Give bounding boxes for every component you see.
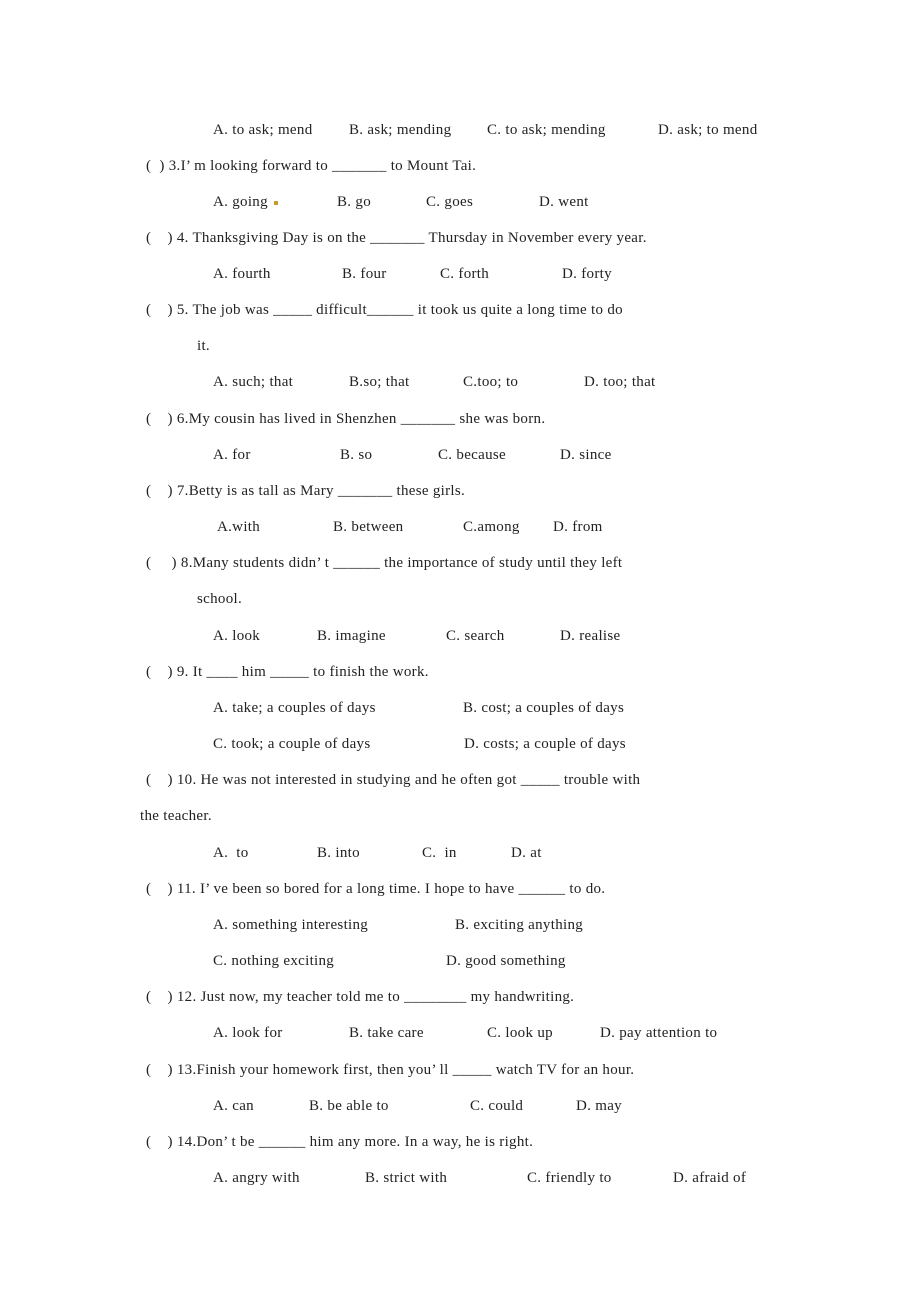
answer-options: A. angry with B. strict with C. friendly t… [0, 1168, 920, 1188]
answer-option: A. can [213, 1098, 254, 1114]
answer-option: A. look for [213, 1025, 283, 1041]
answer-option: A. look [213, 628, 261, 644]
answer-options: A. going B. go C. goes D. went [0, 192, 920, 212]
question-text: ( ) 9. It ____ him _____ to finish the w… [146, 664, 429, 680]
answer-option: B. strict with [365, 1170, 448, 1186]
question-continuation: the teacher. [140, 808, 212, 824]
answer-options: C. took; a couple of days D. costs; a cou… [0, 734, 920, 754]
question-text: ( ) 11. I’ ve been so bored for a long t… [146, 881, 606, 897]
question-continuation: it. [197, 338, 210, 354]
answer-option: B. go [337, 194, 372, 210]
answer-option: D. ask; to mend [658, 122, 758, 138]
answer-options: A. something interesting B. exciting anyt… [0, 915, 920, 935]
question-text: ( ) 6.My cousin has lived in Shenzhen __… [146, 411, 546, 427]
answer-option: C. to ask; mending [487, 122, 606, 138]
answer-option: B. so [340, 447, 373, 463]
question-text: ( ) 10. He was not interested in studyin… [146, 772, 641, 788]
answer-option: D. since [560, 447, 612, 463]
question-text: ( ) 4. Thanksgiving Day is on the ______… [146, 230, 647, 246]
answer-option: C.among [463, 519, 520, 535]
answer-options: A. to ask; mend B. ask; mending C. to ask;… [0, 120, 920, 140]
question-text: ( ) 3.I’ m looking forward to _______ to… [146, 158, 477, 174]
answer-option: A. fourth [213, 266, 271, 282]
answer-option: B. exciting anything [455, 917, 584, 933]
answer-option: A. to [213, 845, 249, 861]
answer-option: B. four [342, 266, 387, 282]
answer-option: A. to ask; mend [213, 122, 313, 138]
answer-option: C. friendly to [527, 1170, 612, 1186]
answer-option: D. realise [560, 628, 621, 644]
answer-option: C. could [470, 1098, 524, 1114]
marker-dot-icon [273, 200, 278, 205]
answer-options: A. take; a couples of days B. cost; a cou… [0, 698, 920, 718]
answer-options: A. such; that B.so; that C.too; to D. too; … [0, 372, 920, 392]
answer-options: A. for B. so C. because D. since [0, 445, 920, 465]
answer-options: A. look B. imagine C. search D. realise [0, 626, 920, 646]
answer-options: A. to B. into C. in D. at [0, 843, 920, 863]
answer-option: B. imagine [317, 628, 386, 644]
answer-option: C. in [422, 845, 457, 861]
answer-option: B. ask; mending [349, 122, 452, 138]
answer-option: B.so; that [349, 374, 410, 390]
answer-option: A. such; that [213, 374, 294, 390]
answer-option: A. something interesting [213, 917, 369, 933]
answer-option: C.too; to [463, 374, 519, 390]
answer-option: C. nothing exciting [213, 953, 335, 969]
question-continuation: school. [197, 591, 243, 607]
question-text: ( ) 5. The job was _____ difficult______… [146, 302, 623, 318]
answer-option: C. forth [440, 266, 490, 282]
question-text: ( ) 7.Betty is as tall as Mary _______ t… [146, 483, 466, 499]
question-text: ( ) 12. Just now, my teacher told me to … [146, 989, 575, 1005]
answer-options: C. nothing exciting D. good something [0, 951, 920, 971]
answer-option: D. forty [562, 266, 612, 282]
answer-option: A.with [217, 519, 261, 535]
answer-option: A. going [213, 192, 278, 212]
question-text: ( ) 8.Many students didn’ t ______ the i… [146, 555, 623, 571]
answer-option: D. good something [446, 953, 566, 969]
answer-options: A. can B. be able to C. could D. may [0, 1096, 920, 1116]
answer-options: A. look for B. take care C. look up D. pay … [0, 1023, 920, 1043]
answer-options: A. fourth B. four C. forth D. forty [0, 264, 920, 284]
answer-option: C. search [446, 628, 505, 644]
answer-option: D. went [539, 194, 589, 210]
answer-options: A.with B. between C.among D. from [0, 517, 920, 537]
answer-option: D. may [576, 1098, 622, 1114]
answer-option: D. from [553, 519, 603, 535]
answer-option: B. cost; a couples of days [463, 700, 625, 716]
answer-option: D. at [511, 845, 542, 861]
answer-option: B. take care [349, 1025, 424, 1041]
answer-option: B. between [333, 519, 404, 535]
question-text: ( ) 13.Finish your homework first, then … [146, 1062, 635, 1078]
answer-option: C. because [438, 447, 506, 463]
answer-option: A. for [213, 447, 251, 463]
answer-option: B. be able to [309, 1098, 389, 1114]
answer-option: C. goes [426, 194, 474, 210]
answer-option: D. too; that [584, 374, 656, 390]
answer-option: D. afraid of [673, 1170, 747, 1186]
answer-option: A. angry with [213, 1170, 300, 1186]
answer-option: D. pay attention to [600, 1025, 718, 1041]
answer-option: B. into [317, 845, 360, 861]
answer-option: C. took; a couple of days [213, 736, 371, 752]
answer-option: D. costs; a couple of days [464, 736, 626, 752]
answer-option: A. take; a couples of days [213, 700, 376, 716]
question-text: ( ) 14.Don’ t be ______ him any more. In… [146, 1134, 534, 1150]
answer-option: C. look up [487, 1025, 553, 1041]
